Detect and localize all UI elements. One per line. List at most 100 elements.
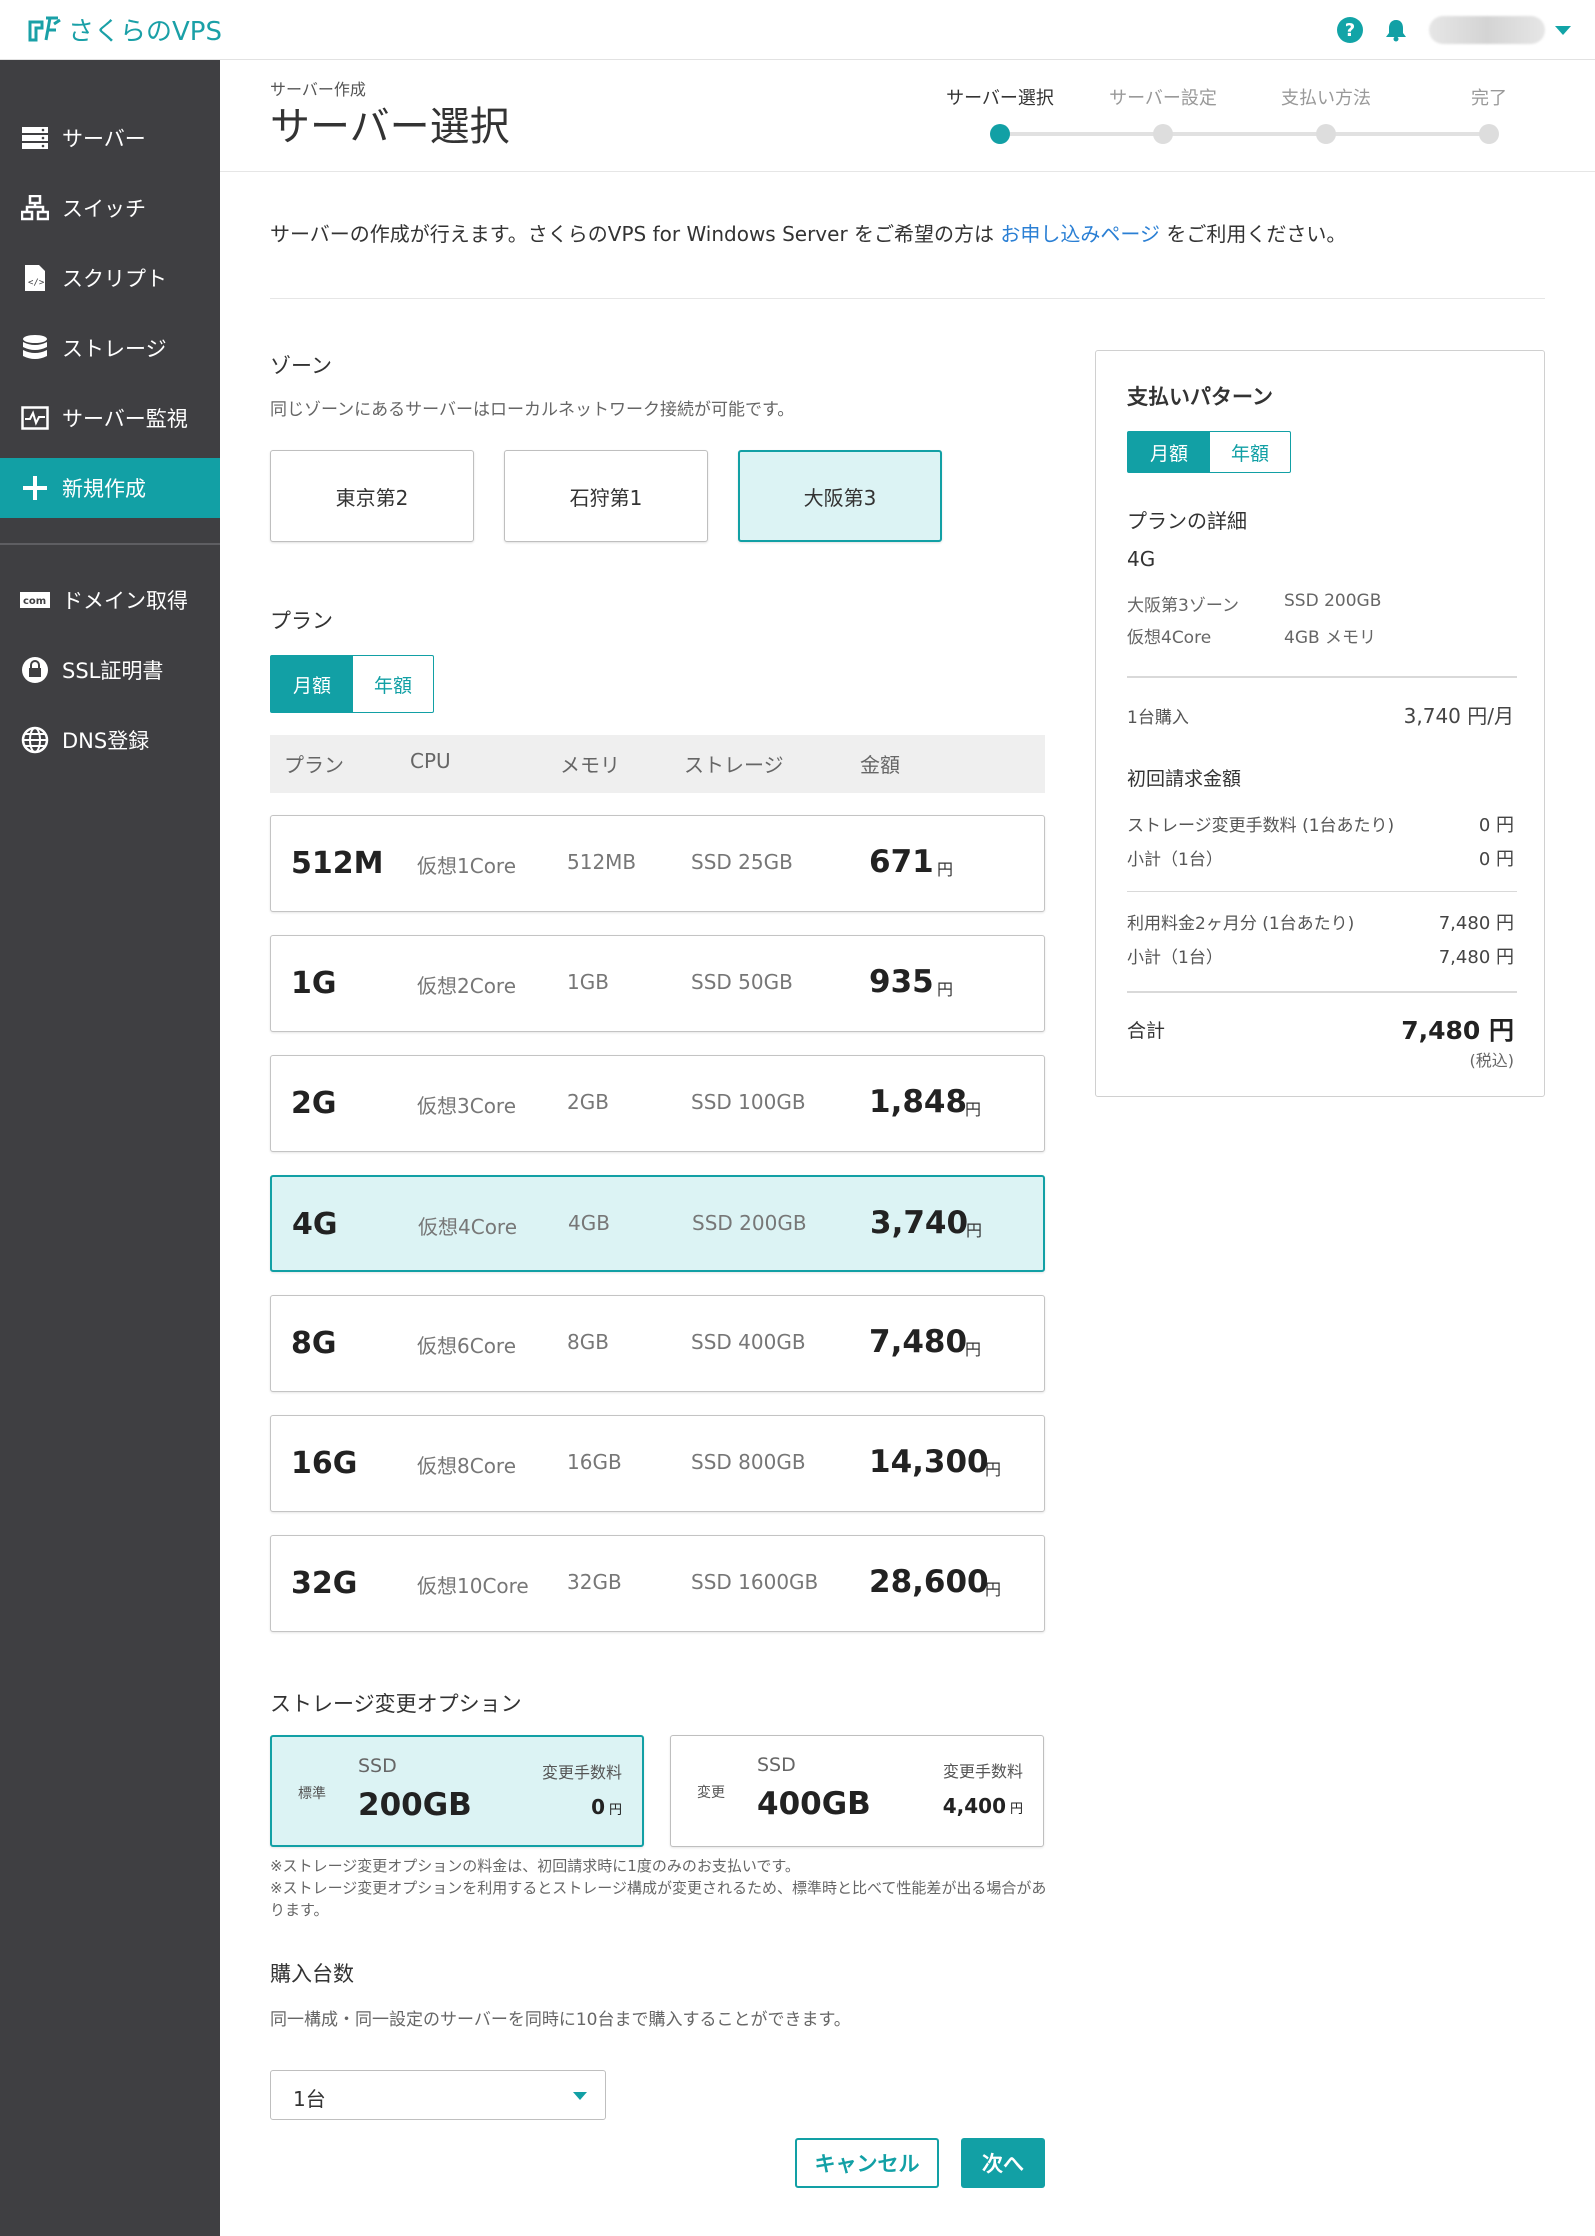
total-label: 合計 — [1127, 1020, 1166, 1042]
step-label: 完了 — [1471, 88, 1507, 109]
plan-storage: SSD 800GB — [691, 1450, 806, 1474]
storage-note-2: ※ストレージ変更オプションを利用するとストレージ構成が変更されるため、標準時と比… — [270, 1879, 1047, 1919]
zone-option-ishikari1[interactable]: 石狩第1 — [504, 450, 708, 542]
sidebar-item-monitoring[interactable]: サーバー監視 — [0, 388, 220, 448]
intro-text: サーバーの作成が行えます。さくらのVPS for Windows Server … — [270, 218, 1346, 247]
option-tag: 変更 — [697, 1785, 725, 1801]
option-fee-label: 変更手数料 — [541, 1763, 622, 1782]
step-dot — [1316, 124, 1336, 144]
col-memory: メモリ — [560, 753, 620, 777]
storage-option-change[interactable]: 変更 SSD 400GB 変更手数料 4,400 円 — [670, 1735, 1044, 1847]
sidebar-item-domain[interactable]: com ドメイン取得 — [0, 570, 220, 630]
storage-option-standard[interactable]: 標準 SSD 200GB 変更手数料 0円 — [270, 1735, 644, 1847]
globe-icon — [20, 725, 50, 755]
panel-divider — [1127, 891, 1517, 892]
storage-fee-value: 0 円 — [1478, 815, 1514, 836]
plan-name: 2G — [291, 1086, 337, 1121]
plus-icon — [20, 473, 50, 503]
plan-name: 4G — [292, 1207, 338, 1242]
payment-monthly-tab[interactable]: 月額 — [1128, 432, 1210, 472]
app-title: さくらのVPS — [68, 16, 222, 47]
plan-row-1g[interactable]: 1G 仮想2Core 1GB SSD 50GB 935 円 — [270, 935, 1045, 1032]
monthly-tab[interactable]: 月額 — [271, 656, 353, 712]
plan-row-512m[interactable]: 512M 仮想1Core 512MB SSD 25GB 671 円 — [270, 815, 1045, 912]
cancel-button[interactable]: キャンセル — [795, 2138, 939, 2188]
quantity-description: 同一構成・同一設定のサーバーを同時に10台まで購入することができます。 — [270, 2010, 851, 2030]
quantity-value: 1台 — [293, 2087, 326, 2111]
plan-storage: SSD 100GB — [691, 1090, 806, 1114]
sidebar-item-server[interactable]: サーバー — [0, 108, 220, 168]
zone-option-osaka3[interactable]: 大阪第3 — [738, 450, 942, 542]
zone-option-tokyo2[interactable]: 東京第2 — [270, 450, 474, 542]
sidebar-item-script[interactable]: </> スクリプト — [0, 248, 220, 308]
plan-billing-toggle: 月額 年額 — [270, 655, 434, 713]
plan-price-unit: 円 — [985, 1580, 1002, 1599]
panel-divider — [1127, 991, 1517, 993]
page-header: サーバー作成 サーバー選択 サーバー選択 サーバー設定 支払い方法 完了 — [220, 60, 1595, 172]
help-icon[interactable]: ? — [1337, 17, 1363, 43]
col-storage: ストレージ — [684, 753, 784, 777]
sidebar-item-dns[interactable]: DNS登録 — [0, 710, 220, 770]
sidebar-item-label: ストレージ — [62, 337, 167, 361]
top-header: さくらのVPS ? — [0, 0, 1595, 60]
payment-billing-toggle: 月額 年額 — [1127, 431, 1291, 473]
chevron-down-icon[interactable] — [1555, 25, 1571, 35]
sakura-vps-logo[interactable]: さくらのVPS — [28, 12, 222, 47]
application-page-link[interactable]: お申し込みページ — [1000, 222, 1160, 246]
option-fee-unit: 円 — [1009, 1802, 1023, 1817]
sidebar-item-label: 新規作成 — [62, 477, 146, 501]
sidebar-item-label: サーバー監視 — [62, 407, 188, 431]
sidebar-item-create[interactable]: 新規作成 — [0, 458, 220, 518]
step-dot — [1479, 124, 1499, 144]
user-menu[interactable] — [1429, 16, 1545, 44]
plan-row-2g[interactable]: 2G 仮想3Core 2GB SSD 100GB 1,848 円 — [270, 1055, 1045, 1152]
step-dot — [990, 124, 1010, 144]
sidebar-item-ssl[interactable]: SSL証明書 — [0, 640, 220, 700]
plan-memory: 512MB — [567, 850, 637, 874]
option-size: 400GB — [757, 1786, 871, 1822]
sidebar-item-storage[interactable]: ストレージ — [0, 318, 220, 378]
sidebar-item-label: ドメイン取得 — [62, 589, 188, 613]
col-plan: プラン — [284, 753, 344, 777]
plan-memory: 2GB — [567, 1090, 609, 1114]
payment-yearly-tab[interactable]: 年額 — [1210, 432, 1290, 472]
sidebar-item-label: サーバー — [62, 127, 146, 151]
plan-details-name: 4G — [1127, 547, 1156, 571]
sidebar-item-switch[interactable]: スイッチ — [0, 178, 220, 238]
domain-com-icon: com — [20, 585, 50, 615]
plan-table-header: プラン CPU メモリ ストレージ 金額 — [270, 735, 1045, 793]
option-fee: 4,400 円 — [943, 1794, 1023, 1818]
plan-row-16g[interactable]: 16G 仮想8Core 16GB SSD 800GB 14,300 円 — [270, 1415, 1045, 1512]
purchase-value: 3,740 円/月 — [1403, 704, 1514, 728]
plan-row-8g[interactable]: 8G 仮想6Core 8GB SSD 400GB 7,480 円 — [270, 1295, 1045, 1392]
step-server-settings: サーバー設定 — [1093, 84, 1233, 144]
step-server-select: サーバー選択 — [930, 84, 1070, 144]
tax-note: (税込) — [1469, 1051, 1515, 1070]
sidebar-item-label: SSL証明書 — [62, 659, 164, 683]
plan-memory: 4GB — [568, 1211, 610, 1235]
plan-row-32g[interactable]: 32G 仮想10Core 32GB SSD 1600GB 28,600 円 — [270, 1535, 1045, 1632]
option-tag: 標準 — [298, 1786, 326, 1802]
col-price: 金額 — [860, 753, 900, 777]
yearly-tab[interactable]: 年額 — [353, 656, 433, 712]
switch-icon — [20, 193, 50, 223]
plan-cpu: 仮想2Core — [417, 974, 517, 998]
plan-cpu: 仮想1Core — [417, 854, 517, 878]
svg-text:com: com — [23, 596, 46, 607]
script-icon: </> — [20, 263, 50, 293]
quantity-select[interactable]: 1台 — [270, 2070, 606, 2120]
step-label: サーバー設定 — [1109, 88, 1217, 109]
plan-details-storage: SSD 200GB — [1284, 591, 1382, 611]
option-fee-unit: 円 — [608, 1803, 622, 1818]
plan-price: 1,848 — [869, 1084, 968, 1120]
plan-row-4g[interactable]: 4G 仮想4Core 4GB SSD 200GB 3,740 円 — [270, 1175, 1045, 1272]
plan-price-unit: 円 — [965, 1100, 982, 1119]
step-label: 支払い方法 — [1281, 88, 1371, 109]
plan-details-memory: 4GB メモリ — [1284, 628, 1377, 648]
storage-note-1: ※ストレージ変更オプションの料金は、初回請求時に1度のみのお支払いです。 — [270, 1857, 800, 1875]
zone-title: ゾーン — [270, 354, 332, 378]
next-button[interactable]: 次へ — [961, 2138, 1045, 2188]
option-fee-label: 変更手数料 — [942, 1762, 1023, 1781]
divider — [270, 298, 1545, 299]
bell-icon[interactable] — [1385, 18, 1407, 42]
